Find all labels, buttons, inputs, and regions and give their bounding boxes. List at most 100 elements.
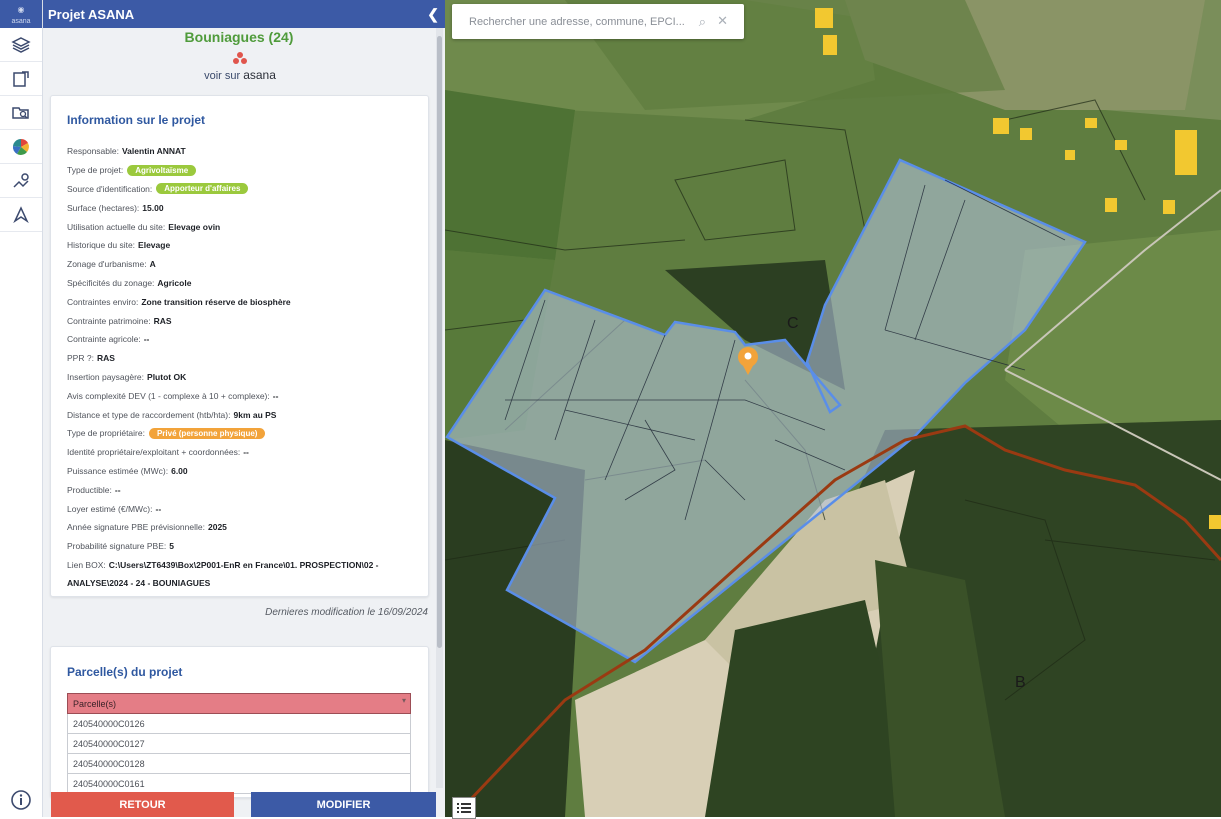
info-button[interactable] [0, 783, 42, 817]
info-row-value: 15.00 [142, 202, 164, 213]
table-row[interactable]: 240540000C0128 [67, 753, 411, 774]
info-row: Probabilité signature PBE: 5 [67, 537, 417, 556]
info-row: Productible: -- [67, 480, 417, 499]
info-row: Responsable: Valentin ANNAT [67, 142, 417, 161]
info-row: Année signature PBE prévisionnelle: 2025 [67, 518, 417, 537]
info-row-label: Utilisation actuelle du site: [67, 221, 166, 232]
info-row: Contrainte patrimoine: RAS [67, 311, 417, 330]
scrollbar-thumb[interactable] [437, 36, 442, 648]
info-row-label: Distance et type de raccordement (htb/ht… [67, 409, 231, 420]
info-row: Source d'identification: Apporteur d'affa… [67, 180, 417, 199]
asana-rail-logo: ◉ asana [0, 0, 42, 28]
table-row[interactable]: 240540000C0161 [67, 773, 411, 794]
info-row: Spécificités du zonage: Agricole [67, 274, 417, 293]
info-icon [11, 790, 31, 810]
info-row: Surface (hectares): 15.00 [67, 198, 417, 217]
info-row-badge: Apporteur d'affaires [156, 183, 249, 195]
project-title: Bouniagues (24) [184, 29, 294, 45]
parcels-heading: Parcelle(s) du projet [67, 665, 183, 679]
info-row-badge: Agrivoltaïsme [127, 164, 197, 176]
navigation-arrow-icon [13, 205, 29, 223]
info-row: Avis complexité DEV (1 - complexe à 10 +… [67, 386, 417, 405]
document-edit-icon [13, 70, 29, 87]
info-row: Puissance estimée (MWc): 6.00 [67, 462, 417, 481]
panel-title: Projet ASANA [48, 6, 135, 22]
panel-scrollbar[interactable] [436, 28, 443, 788]
info-row: Distance et type de raccordement (htb/ht… [67, 405, 417, 424]
info-row-value: A [149, 259, 156, 270]
address-search: ⌕ ✕ [452, 4, 744, 39]
info-row-value: 2025 [207, 522, 227, 533]
project-info-card: Information sur le projet Responsable: Va… [50, 95, 429, 597]
search-input[interactable] [467, 14, 691, 29]
info-row: Historique du site: Elevage [67, 236, 417, 255]
info-heading: Information sur le projet [67, 113, 206, 127]
layers-icon [11, 36, 31, 53]
info-row: Contraintes enviro: Zone transition réser… [67, 292, 417, 311]
info-row-value: 5 [169, 541, 174, 552]
info-row-label: Année signature PBE prévisionnelle: [67, 522, 205, 533]
map-view[interactable]: C B [445, 0, 1221, 817]
info-row-label: Loyer estimé (€/MWc): [67, 503, 153, 514]
panel-header: Projet ASANA ❮ [43, 0, 445, 28]
info-row-value: 6.00 [171, 465, 188, 476]
info-row-value: Valentin ANNAT [121, 146, 186, 157]
info-row: Type de propriétaire: Privé (personne phy… [67, 424, 417, 443]
info-row-value: -- [155, 503, 162, 514]
edit-document-button[interactable] [0, 62, 42, 96]
info-row-value: Plutot OK [147, 371, 187, 382]
map-label-b: B [1015, 674, 1026, 691]
info-row: Contrainte agricole: -- [67, 330, 417, 349]
info-row-label: Insertion paysagère: [67, 371, 145, 382]
map-label-c: C [787, 315, 799, 332]
aerial-imagery [445, 0, 1221, 817]
info-row: PPR ?: RAS [67, 349, 417, 368]
info-row-value: 9km au PS [233, 409, 277, 420]
back-button[interactable]: RETOUR [51, 792, 234, 817]
edit-button[interactable]: MODIFIER [251, 792, 436, 817]
info-row: Loyer estimé (€/MWc): -- [67, 499, 417, 518]
layers-button[interactable] [0, 28, 42, 62]
info-row-value: RAS [153, 315, 172, 326]
folder-search-button[interactable] [0, 96, 42, 130]
info-row-value: -- [272, 390, 279, 401]
info-row-value: Zone transition réserve de biosphère [141, 296, 291, 307]
info-row-label: Zonage d'urbanisme: [67, 259, 147, 270]
route-button[interactable] [0, 164, 42, 198]
info-row-value: C:\Users\ZT6439\Box\2P001-EnR en France\… [67, 559, 379, 588]
parcel-cell: 240540000C0126 [67, 713, 411, 734]
info-row: Utilisation actuelle du site: Elevage ovi… [67, 217, 417, 236]
asana-link-label: voir sur asana [204, 68, 276, 82]
info-row-value: -- [114, 484, 121, 495]
close-icon[interactable]: ✕ [717, 13, 728, 29]
parcel-cell: 240540000C0128 [67, 753, 411, 774]
folder-search-icon [12, 106, 29, 119]
info-row-label: Type de projet: [67, 165, 124, 176]
info-row-label: Historique du site: [67, 240, 136, 251]
info-row: Insertion paysagère: Plutot OK [67, 368, 417, 387]
info-row-value: Agricole [157, 277, 192, 288]
parcels-card: Parcelle(s) du projet Parcelle(s) ▾ 24054… [50, 646, 429, 798]
info-row-label: Contraintes enviro: [67, 296, 139, 307]
search-icon[interactable]: ⌕ [699, 14, 706, 30]
list-icon [457, 803, 471, 813]
info-row-label: Identité propriétaire/exploitant + coord… [67, 447, 241, 458]
info-row: Identité propriétaire/exploitant + coord… [67, 443, 417, 462]
info-row-value: -- [243, 447, 249, 458]
asana-link[interactable]: voir sur asana [195, 52, 285, 84]
info-row-value: RAS [96, 353, 115, 364]
info-row: Lien BOX: C:\Users\ZT6439\Box\2P001-EnR e… [67, 556, 417, 592]
info-row: Type de projet: Agrivoltaïsme [67, 161, 417, 180]
last-modified: Dernieres modification le 16/09/2024 [265, 607, 428, 618]
parcel-cell: 240540000C0161 [67, 773, 411, 794]
navigate-button[interactable] [0, 198, 42, 232]
sort-icon[interactable]: ▾ [402, 696, 406, 705]
parcels-column-header[interactable]: Parcelle(s) ▾ [67, 693, 411, 714]
info-row-value: Elevage [138, 240, 171, 251]
table-row[interactable]: 240540000C0127 [67, 733, 411, 754]
legend-button[interactable] [452, 797, 476, 819]
table-row[interactable]: 240540000C0126 [67, 713, 411, 734]
chevron-left-icon[interactable]: ❮ [427, 6, 439, 23]
info-row-label: PPR ?: [67, 353, 94, 364]
color-wheel-button[interactable] [0, 130, 42, 164]
